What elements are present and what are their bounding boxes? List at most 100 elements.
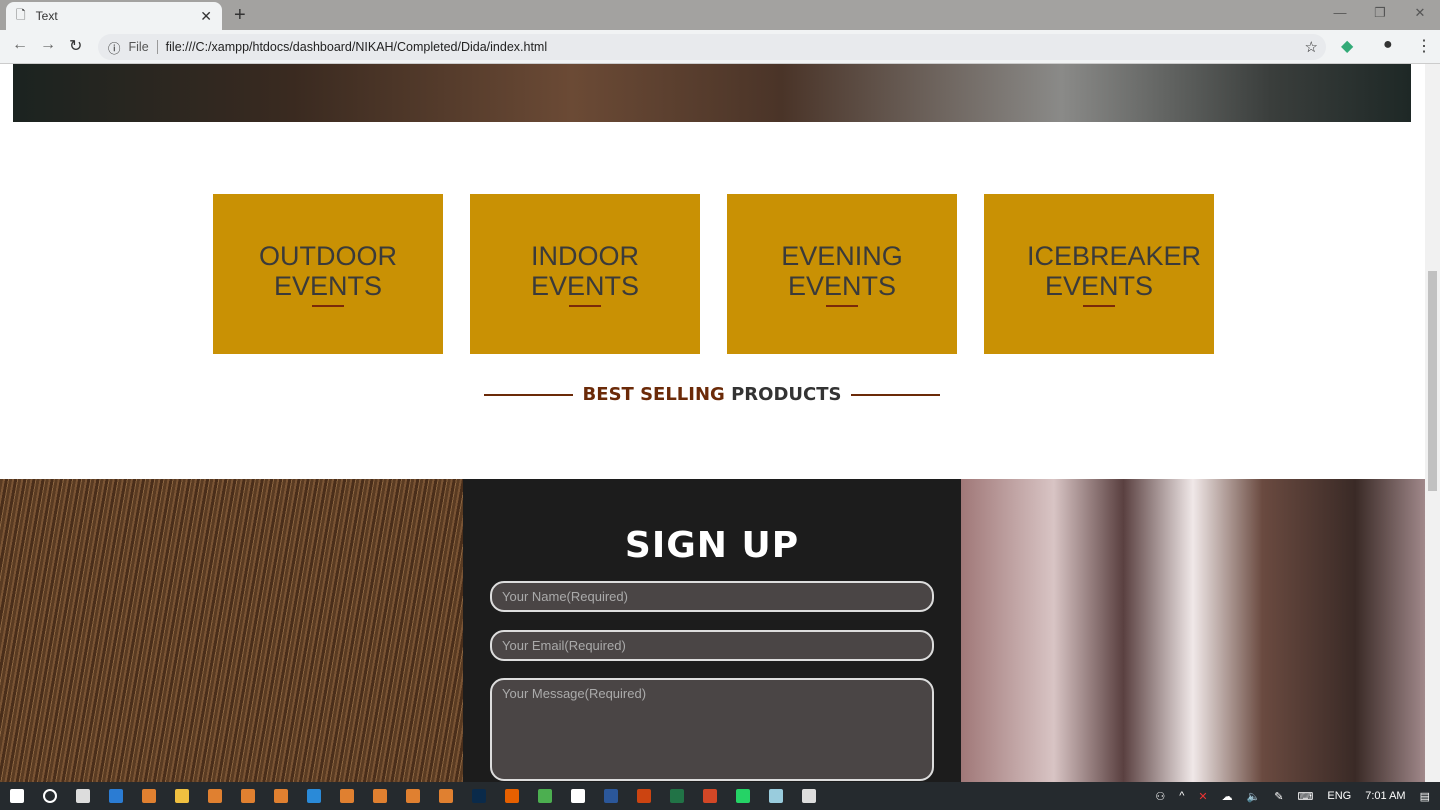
- tab-bar: 🗋 Text ✕ + — ❐ ✕: [0, 0, 1440, 30]
- start-taskbar-icon[interactable]: [0, 782, 33, 810]
- card-subtitle: EVENTS: [530, 271, 640, 301]
- account-icon[interactable]: ●: [1383, 36, 1393, 54]
- event-card-outdoor[interactable]: OUTDOOR EVENTS: [213, 194, 443, 354]
- signup-panel: SIGN UP Your Name(Required) Your Email(R…: [463, 479, 961, 782]
- hero-image: [13, 64, 1411, 122]
- people-icon[interactable]: ⚇: [1155, 790, 1165, 803]
- chrome-taskbar-icon[interactable]: [528, 782, 561, 810]
- onedrive-icon[interactable]: ☁: [1222, 790, 1233, 803]
- vscode-icon: [306, 789, 321, 803]
- acrobat-icon: [636, 789, 651, 803]
- excel-taskbar-icon[interactable]: [660, 782, 693, 810]
- page-icon: 🗋: [16, 7, 26, 22]
- extension-icon[interactable]: ◆: [1341, 36, 1353, 56]
- photoshop-icon: [471, 789, 486, 803]
- chevron-up-icon[interactable]: ^: [1179, 790, 1184, 802]
- divider: [851, 393, 941, 396]
- back-icon[interactable]: ←: [12, 36, 28, 54]
- app-taskbar-icon[interactable]: [429, 782, 462, 810]
- firefox-taskbar-icon[interactable]: [495, 782, 528, 810]
- restore-button[interactable]: ❐: [1360, 0, 1400, 26]
- photos-icon: [801, 789, 816, 803]
- scrollbar-thumb[interactable]: [1428, 271, 1437, 491]
- app-taskbar-icon[interactable]: [330, 782, 363, 810]
- acrobat-taskbar-icon[interactable]: [627, 782, 660, 810]
- app-taskbar-icon[interactable]: [198, 782, 231, 810]
- app-taskbar-icon[interactable]: [132, 782, 165, 810]
- close-tab-icon[interactable]: ✕: [200, 8, 212, 25]
- underline: [569, 305, 601, 307]
- reload-icon[interactable]: ↻: [69, 36, 82, 56]
- chrome-icon: [537, 789, 552, 803]
- app-taskbar-icon[interactable]: [396, 782, 429, 810]
- word-icon: [603, 789, 618, 803]
- app-taskbar-icon[interactable]: [264, 782, 297, 810]
- underline: [826, 305, 858, 307]
- app-icon: [438, 789, 453, 803]
- network-icon[interactable]: ✕: [1198, 790, 1207, 803]
- url-input[interactable]: ⓘ File file:///C:/xampp/htdocs/dashboard…: [98, 34, 1326, 60]
- forward-icon[interactable]: →: [40, 36, 56, 54]
- card-subtitle: EVENTS: [1044, 271, 1154, 301]
- info-icon: ⓘ: [108, 41, 121, 56]
- search-icon: [42, 789, 57, 803]
- app-icon: [141, 789, 156, 803]
- language-indicator[interactable]: ENG: [1327, 790, 1351, 802]
- close-window-button[interactable]: ✕: [1400, 0, 1440, 26]
- minimize-button[interactable]: —: [1320, 0, 1360, 26]
- scrollbar[interactable]: [1425, 64, 1440, 782]
- app-taskbar-icon[interactable]: [231, 782, 264, 810]
- edge-icon: [108, 789, 123, 803]
- heading-part1: BEST SELLING: [582, 384, 725, 405]
- photoshop-taskbar-icon[interactable]: [462, 782, 495, 810]
- event-card-indoor[interactable]: INDOOR EVENTS: [470, 194, 700, 354]
- card-subtitle: EVENTS: [273, 271, 383, 301]
- volume-icon[interactable]: 🔈: [1247, 790, 1261, 803]
- address-bar: ← → ↻ ⓘ File file:///C:/xampp/htdocs/das…: [0, 30, 1440, 64]
- file-explorer-taskbar-icon[interactable]: [165, 782, 198, 810]
- powerpoint-icon: [702, 789, 717, 803]
- card-title: ICEBREAKER: [1026, 241, 1202, 271]
- message-textarea[interactable]: Your Message(Required): [490, 678, 934, 781]
- tab-title: Text: [35, 9, 58, 23]
- firefox-icon: [504, 789, 519, 803]
- event-card-evening[interactable]: EVENING EVENTS: [727, 194, 957, 354]
- clock[interactable]: 7:01 AM: [1365, 790, 1405, 802]
- search-taskbar-icon[interactable]: [33, 782, 66, 810]
- event-card-icebreaker[interactable]: ICEBREAKER EVENTS: [984, 194, 1214, 354]
- file-explorer-icon: [174, 789, 189, 803]
- system-tray: ⚇ ^ ✕ ☁ 🔈 ✎ ⌨ ENG 7:01 AM ▤: [1155, 782, 1430, 810]
- task-view-taskbar-icon[interactable]: [66, 782, 99, 810]
- heading-part2: PRODUCTS: [731, 384, 842, 405]
- app-icon: [339, 789, 354, 803]
- app-taskbar-icon[interactable]: [363, 782, 396, 810]
- task-view-icon: [75, 789, 90, 803]
- edge-taskbar-icon[interactable]: [99, 782, 132, 810]
- store-taskbar-icon[interactable]: [561, 782, 594, 810]
- hair-image-left: [0, 479, 463, 782]
- browser-tab[interactable]: 🗋 Text ✕: [6, 2, 222, 30]
- pen-icon[interactable]: ✎: [1274, 790, 1283, 803]
- store-icon: [570, 789, 585, 803]
- underline: [1083, 305, 1115, 307]
- powerpoint-taskbar-icon[interactable]: [693, 782, 726, 810]
- card-subtitle: EVENTS: [787, 271, 897, 301]
- star-icon[interactable]: ☆: [1305, 38, 1318, 56]
- page-viewport: OUTDOOR EVENTS INDOOR EVENTS EVENING EVENTS…: [0, 64, 1425, 782]
- menu-icon[interactable]: ⋮: [1416, 36, 1432, 56]
- email-input[interactable]: Your Email(Required): [490, 630, 934, 661]
- vscode-taskbar-icon[interactable]: [297, 782, 330, 810]
- start-icon: [9, 789, 24, 803]
- photos-taskbar-icon[interactable]: [792, 782, 825, 810]
- new-tab-button[interactable]: +: [234, 4, 246, 27]
- notepad-taskbar-icon[interactable]: [759, 782, 792, 810]
- signup-title: SIGN UP: [624, 525, 800, 566]
- notifications-icon[interactable]: ▤: [1420, 790, 1430, 803]
- whatsapp-taskbar-icon[interactable]: [726, 782, 759, 810]
- notepad-icon: [768, 789, 783, 803]
- keyboard-icon[interactable]: ⌨: [1298, 790, 1314, 803]
- app-icon: [207, 789, 222, 803]
- hair-image-right: [961, 479, 1425, 782]
- name-input[interactable]: Your Name(Required): [490, 581, 934, 612]
- word-taskbar-icon[interactable]: [594, 782, 627, 810]
